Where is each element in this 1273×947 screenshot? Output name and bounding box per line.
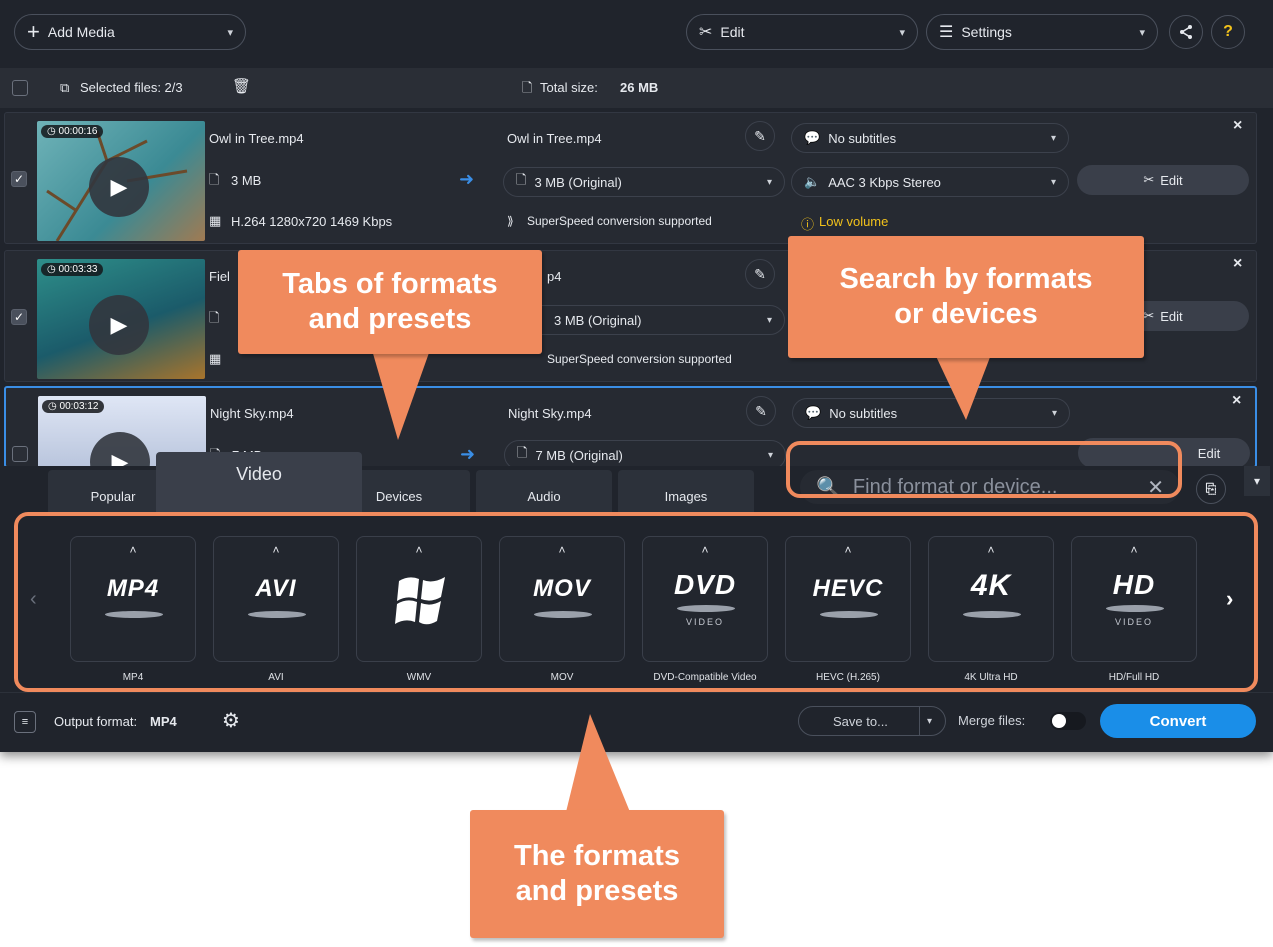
callout-pointers — [372, 350, 992, 812]
callout-formats: The formats and presets — [470, 810, 724, 938]
callout-search: Search by formats or devices — [788, 236, 1144, 358]
callout-tabs: Tabs of formats and presets — [238, 250, 542, 354]
